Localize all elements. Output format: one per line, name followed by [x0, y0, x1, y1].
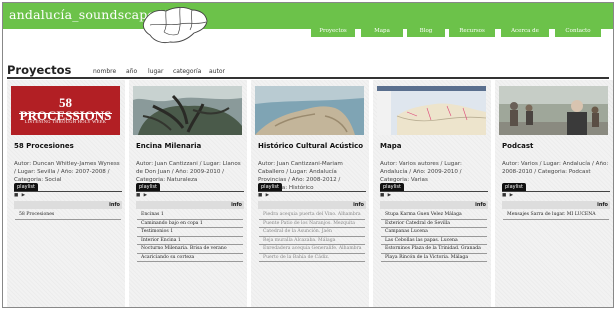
project-meta: Autor: Duncan Whitley-James Wyness / Lug…	[14, 161, 120, 183]
track-item[interactable]: Nocturno Milenaria. Brisa de verano	[137, 245, 243, 254]
info-bar: info	[136, 201, 244, 209]
track-item[interactable]: Piedra acequia puerta del Vino. Alhambra	[259, 211, 365, 220]
player-controls[interactable]: ■ ▶	[502, 193, 514, 198]
track-item[interactable]: Puente Patio de los Naranjos. Mezquita	[259, 220, 365, 228]
thumb-rule	[19, 113, 112, 114]
project-thumbnail[interactable]	[499, 86, 608, 135]
playlist-rule	[136, 191, 244, 192]
track-item[interactable]: 58 Procesiones	[15, 211, 121, 220]
playlist-tab[interactable]: playlist	[14, 183, 38, 191]
project-title[interactable]: 58 Procesiones	[14, 142, 74, 150]
project-card: 58 PROCESSIONS LISTENING THROUGH HOLY WE…	[7, 80, 125, 307]
project-card: Histórico Cultural Acústico Autor: Juan …	[251, 80, 369, 307]
info-bar: info	[380, 201, 488, 209]
page-title: Proyectos	[7, 63, 72, 77]
project-thumbnail[interactable]: 58 PROCESSIONS LISTENING THROUGH HOLY WE…	[11, 86, 120, 135]
info-button[interactable]: info	[109, 202, 120, 208]
tree-photo	[133, 86, 242, 135]
map-photo	[377, 86, 486, 135]
people-photo	[499, 86, 608, 135]
project-meta: Autor: Varios autores / Lugar: Andalucía…	[380, 161, 462, 183]
info-bar: info	[14, 201, 122, 209]
track-item[interactable]: Mensajes Sarra de lugar. MI LUCENA	[503, 211, 609, 220]
info-button[interactable]: info	[353, 202, 364, 208]
track-list: Encinas 1 Caminando bajo en copa 1 Testi…	[137, 211, 243, 262]
project-title[interactable]: Histórico Cultural Acústico	[258, 142, 363, 150]
nav-mapa[interactable]: Mapa	[361, 25, 403, 37]
main-nav: Proyectos Mapa Blog Recursos Acerca de C…	[3, 25, 613, 37]
playlist-tab[interactable]: playlist	[380, 183, 404, 191]
track-item[interactable]: Testimonios 1	[137, 228, 243, 237]
track-item[interactable]: Enredadera acequia Generalife. Alhambra	[259, 245, 365, 254]
project-meta: Autor: Varios / Lugar: Andalucía / Año: …	[502, 161, 609, 175]
browser-frame: andalucía_soundscape ))) Proyectos Mapa …	[2, 2, 614, 308]
nav-contacto[interactable]: Contacto	[555, 25, 601, 37]
track-item[interactable]: Interior Encina 1	[137, 237, 243, 245]
player-controls[interactable]: ■ ▶	[258, 193, 270, 198]
nav-proyectos[interactable]: Proyectos	[311, 25, 355, 37]
thumb-subtitle: LISTENING THROUGH HOLY WEEK	[24, 119, 107, 124]
track-list: Mensajes Sarra de lugar. MI LUCENA	[503, 211, 609, 220]
project-title[interactable]: Encina Milenaria	[136, 142, 201, 150]
track-item[interactable]: Playa Rincón de la Victoria. Málaga	[381, 254, 487, 262]
track-item[interactable]: Caminando bajo en copa 1	[137, 220, 243, 228]
info-button[interactable]: info	[475, 202, 486, 208]
info-bar: info	[258, 201, 366, 209]
nav-blog[interactable]: Blog	[407, 25, 445, 37]
playlist-tab[interactable]: playlist	[258, 183, 282, 191]
sort-lugar[interactable]: lugar	[148, 68, 163, 75]
sort-autor[interactable]: autor	[209, 68, 225, 75]
sort-categoria[interactable]: categoría	[173, 68, 201, 75]
track-item[interactable]: Acariciando su corteza	[137, 254, 243, 262]
track-item[interactable]: Catedral de la Asunción. Jaén	[259, 228, 365, 237]
section-divider	[7, 77, 609, 79]
project-meta: Autor: Juan Cantizzani / Lugar: Llanos d…	[136, 161, 241, 183]
track-item[interactable]: Campanas Lucena	[381, 228, 487, 237]
project-thumbnail[interactable]	[377, 86, 486, 135]
track-item[interactable]: Reja muralla Alcazaba. Málaga	[259, 237, 365, 245]
project-title[interactable]: Podcast	[502, 142, 533, 150]
info-button[interactable]: info	[231, 202, 242, 208]
playlist-tab[interactable]: playlist	[136, 183, 160, 191]
playlist-rule	[380, 191, 488, 192]
sort-nombre[interactable]: nombre	[93, 68, 116, 75]
playlist-rule	[258, 191, 366, 192]
player-controls[interactable]: ■ ▶	[14, 193, 26, 198]
info-button[interactable]: info	[597, 202, 608, 208]
track-item[interactable]: Encinas 1	[137, 211, 243, 220]
project-thumbnail[interactable]	[255, 86, 364, 135]
playlist-rule	[14, 191, 122, 192]
project-card: Podcast Autor: Varios / Lugar: Andalucía…	[495, 80, 613, 307]
nav-recursos[interactable]: Recursos	[449, 25, 495, 37]
project-thumbnail[interactable]	[133, 86, 242, 135]
track-list: 58 Procesiones	[15, 211, 121, 220]
sort-ano[interactable]: año	[126, 68, 137, 75]
player-controls[interactable]: ■ ▶	[380, 193, 392, 198]
track-item[interactable]: Exterior Catedral de Sevilla	[381, 220, 487, 228]
nav-acerca-de[interactable]: Acerca de	[501, 25, 549, 37]
playlist-tab[interactable]: playlist	[502, 183, 526, 191]
project-title[interactable]: Mapa	[380, 142, 401, 150]
player-controls[interactable]: ■ ▶	[136, 193, 148, 198]
playlist-rule	[502, 191, 610, 192]
track-item[interactable]: Las Cebollas las papas. Lucena	[381, 237, 487, 245]
track-item[interactable]: Stupa Karma Guen Velez Málaga	[381, 211, 487, 220]
track-list: Stupa Karma Guen Velez Málaga Exterior C…	[381, 211, 487, 262]
track-item[interactable]: Puerto de la Bahía de Cádiz.	[259, 254, 365, 262]
track-list: Piedra acequia puerta del Vino. Alhambra…	[259, 211, 365, 262]
info-bar: info	[502, 201, 610, 209]
track-item[interactable]: Estorninos Plaza de la Trinidad. Granada	[381, 245, 487, 254]
project-card: Mapa Autor: Varios autores / Lugar: Anda…	[373, 80, 491, 307]
project-card: Encina Milenaria Autor: Juan Cantizzani …	[129, 80, 247, 307]
coast-photo	[255, 86, 364, 135]
